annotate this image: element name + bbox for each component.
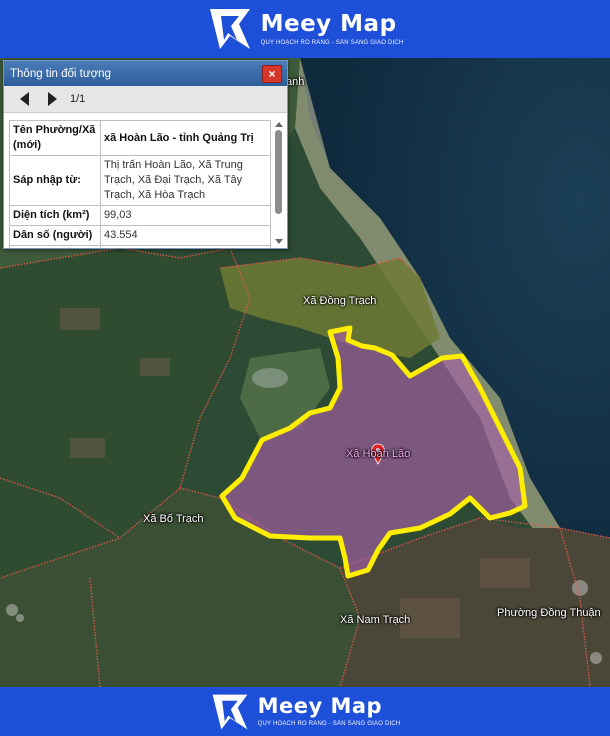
pager-count: 1/1: [70, 93, 86, 105]
scroll-down-icon[interactable]: [275, 239, 283, 244]
meey-map-logo-icon: [207, 6, 253, 52]
footer-brand-tagline: QUY HOẠCH RÕ RÀNG - SẴN SÀNG GIAO DỊCH: [257, 721, 401, 727]
map-label-dong-trach: Xã Đồng Trạch: [303, 295, 377, 307]
map-label-nam-trach: Xã Nam Trạch: [340, 614, 411, 626]
scroll-thumb[interactable]: [275, 130, 282, 214]
info-table: Tên Phường/Xã (mới) xã Hoàn Lão - tỉnh Q…: [9, 120, 271, 248]
panel-title: Thông tin đối tượng: [10, 67, 111, 80]
row-value: 99,03: [100, 205, 271, 226]
top-header: Meey Map QUY HOẠCH RÕ RÀNG - SẴN SÀNG GI…: [0, 0, 610, 58]
panel-header[interactable]: Thông tin đối tượng ×: [4, 61, 287, 86]
table-row: Tên Phường/Xã (mới) xã Hoàn Lão - tỉnh Q…: [9, 120, 271, 156]
object-info-panel: Thông tin đối tượng × 1/1 Tên Phường/Xã …: [3, 60, 288, 249]
panel-content[interactable]: Tên Phường/Xã (mới) xã Hoàn Lão - tỉnh Q…: [4, 114, 287, 248]
row-value: xã Hoàn Lão - tỉnh Quảng Trị: [100, 120, 271, 156]
table-row: Sáp nhập từ: Thị trấn Hoàn Lão, Xã Trung…: [9, 155, 271, 206]
brand-tagline: QUY HOẠCH RÕ RÀNG - SẴN SÀNG GIAO DỊCH: [260, 39, 404, 46]
map-label-bo-trach: Xã Bố Trạch: [143, 513, 204, 525]
bottom-footer: Meey Map QUY HOẠCH RÕ RÀNG - SẴN SÀNG GI…: [0, 687, 610, 736]
prev-arrow-icon[interactable]: [14, 89, 34, 109]
table-row: Dân số (người) 43.554: [9, 225, 271, 246]
row-value: Thị trấn Hoàn Lão, Xã Trung Trạch, Xã Đạ…: [100, 155, 271, 206]
footer-brand-name: Meey Map: [257, 694, 383, 718]
table-row: Diện tích (km²) 99,03: [9, 205, 271, 226]
row-key: Diện tích (km²): [9, 205, 101, 226]
row-key: Sáp nhập từ:: [9, 155, 101, 206]
map-label-dong-thuan: Phường Đồng Thuận: [497, 607, 601, 619]
row-value: 43.554: [100, 225, 271, 246]
pager: 1/1: [4, 86, 287, 113]
row-key: Trụ sở hành: [9, 245, 101, 248]
brand-logo[interactable]: Meey Map QUY HOẠCH RÕ RÀNG - SẴN SÀNG GI…: [207, 6, 404, 52]
footer-brand-logo[interactable]: Meey Map QUY HOẠCH RÕ RÀNG - SẴN SÀNG GI…: [210, 692, 401, 732]
map-label-partial: anh: [286, 76, 305, 88]
table-row: Trụ sở hành: [9, 245, 271, 248]
close-button[interactable]: ×: [262, 65, 282, 83]
meey-map-logo-icon: [210, 692, 250, 732]
row-value: [100, 245, 271, 248]
scroll-up-icon[interactable]: [275, 122, 283, 127]
brand-name: Meey Map: [260, 10, 397, 37]
row-key: Tên Phường/Xã (mới): [9, 120, 101, 156]
next-arrow-icon[interactable]: [42, 89, 62, 109]
panel-scrollbar[interactable]: [274, 122, 284, 244]
map-label-hoan-lao: Xã Hoàn Lão: [346, 448, 411, 460]
row-key: Dân số (người): [9, 225, 101, 246]
